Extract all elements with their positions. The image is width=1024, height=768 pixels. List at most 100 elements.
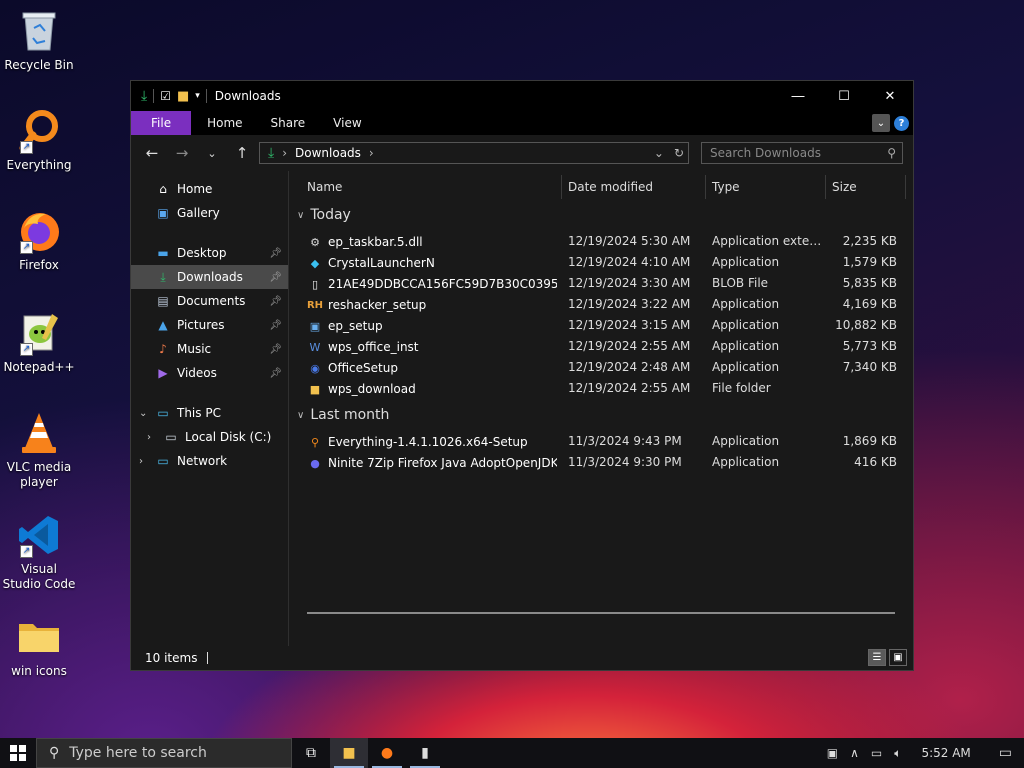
status-bar: 10 items ☰ ▣ (131, 646, 913, 670)
nav-label: Desktop (177, 246, 227, 260)
breadcrumb-downloads[interactable]: Downloads (295, 146, 361, 160)
nav-item-this-pc[interactable]: ⌄ ▭ This PC (131, 401, 288, 425)
details-view-button[interactable]: ☰ (868, 649, 886, 666)
volume-muted-icon[interactable]: 🔈︎ (894, 746, 901, 761)
task-view-button[interactable]: ⧉ (292, 738, 330, 768)
file-row[interactable]: ▣ ep_setup 12/19/2024 3:15 AM Application… (289, 315, 913, 336)
address-bar[interactable]: ⤓ › Downloads › ⌄ ↻ (259, 142, 689, 164)
breadcrumb-chevron-icon[interactable]: › (369, 146, 374, 160)
tab-share[interactable]: Share (257, 111, 320, 135)
column-header-size[interactable]: Size (832, 180, 857, 194)
nav-item-gallery[interactable]: ▣ Gallery (131, 201, 288, 225)
recent-locations-button[interactable]: ⌄ (197, 147, 227, 160)
desktop-icon-win-icons[interactable]: win icons (2, 614, 76, 679)
desktop-icon-recycle-bin[interactable]: Recycle Bin (2, 8, 76, 73)
nav-item-downloads[interactable]: ⤓ Downloads 📌︎ (131, 265, 288, 289)
network-icon[interactable]: ▭ (871, 746, 882, 760)
nav-item-documents[interactable]: ▤ Documents 📌︎ (131, 289, 288, 313)
collapsed-chevron-icon[interactable]: › (139, 456, 143, 467)
group-header-today[interactable]: ∨ Today (297, 207, 351, 223)
back-button[interactable]: ← (137, 144, 167, 162)
firefox-icon: ↗ (16, 208, 62, 254)
column-header-date-modified[interactable]: Date modified (568, 180, 653, 194)
customize-qat-chevron-icon[interactable]: ▾ (195, 91, 200, 101)
minimize-button[interactable]: ― (775, 81, 821, 111)
tab-home[interactable]: Home (193, 111, 256, 135)
address-history-chevron-icon[interactable]: ⌄ (654, 146, 664, 160)
arrow-up-icon: ↑ (235, 144, 249, 162)
nav-item-network[interactable]: › ▭ Network (131, 449, 288, 473)
desktop-icon-notepad-plus-plus[interactable]: ↗ Notepad++ (2, 310, 76, 375)
nav-item-desktop[interactable]: ▬ Desktop 📌︎ (131, 241, 288, 265)
taskbar-search-box[interactable]: ⚲ (36, 738, 292, 768)
tab-view[interactable]: View (319, 111, 375, 135)
file-row[interactable]: RH reshacker_setup 12/19/2024 3:22 AM App… (289, 294, 913, 315)
nav-item-home[interactable]: ⌂ Home (131, 177, 288, 201)
refresh-icon[interactable]: ↻ (674, 146, 684, 160)
start-button[interactable] (0, 738, 36, 768)
pin-icon: 📌︎ (269, 367, 282, 379)
chevron-down-icon: ∨ (297, 209, 305, 221)
expanded-chevron-icon[interactable]: ⌄ (139, 408, 147, 419)
file-row[interactable]: ⚙ ep_taskbar.5.dll 12/19/2024 5:30 AM App… (289, 231, 913, 252)
taskbar-search-input[interactable] (69, 745, 270, 761)
collapsed-chevron-icon[interactable]: › (147, 432, 151, 443)
expand-ribbon-button[interactable]: ⌄ (872, 114, 890, 132)
nav-item-music[interactable]: ♪ Music 📌︎ (131, 337, 288, 361)
tray-app-icon[interactable]: ▣ (827, 746, 838, 760)
up-button[interactable]: ↑ (227, 144, 257, 162)
shortcut-arrow-icon: ↗ (20, 545, 33, 558)
nav-label: Home (177, 182, 213, 196)
show-hidden-icons-chevron-icon[interactable]: ∧ (850, 746, 859, 760)
help-button[interactable]: ? (894, 115, 909, 131)
desktop-icon-everything[interactable]: ↗ Everything (2, 108, 76, 173)
file-row[interactable]: Wwps_office_inst 12/19/2024 2:55 AM Appl… (289, 336, 913, 357)
nav-label: Documents (177, 294, 246, 308)
everything-icon: ↗ (16, 108, 62, 154)
vlc-icon (16, 410, 62, 456)
chevron-down-icon: ⌄ (207, 146, 217, 160)
folder-icon: ■ (309, 382, 321, 396)
file-row[interactable]: ■ wps_download 12/19/2024 2:55 AM File fo… (289, 378, 913, 399)
file-row[interactable]: ◉ OfficeSetup 12/19/2024 2:48 AM Applicat… (289, 357, 913, 378)
taskbar-firefox[interactable]: ● (368, 738, 406, 768)
forward-button[interactable]: → (167, 144, 197, 162)
file-row[interactable]: ◆ CrystalLauncherN 12/19/2024 4:10 AM App… (289, 252, 913, 273)
taskbar-app[interactable]: ▮ (406, 738, 444, 768)
new-folder-icon[interactable]: ■ (177, 89, 189, 104)
tab-file[interactable]: File (131, 111, 192, 135)
nav-item-local-disk[interactable]: › ▭ Local Disk (C:) (131, 425, 288, 449)
desktop-icon-vscode[interactable]: ↗ Visual Studio Code (2, 512, 76, 592)
desktop-icon-firefox[interactable]: ↗ Firefox (2, 208, 76, 273)
desktop-icon-label: Firefox (19, 258, 59, 272)
item-count: 10 items (145, 651, 198, 665)
gallery-icon: ▣ (157, 206, 169, 220)
taskbar-file-explorer[interactable]: ■ (330, 738, 368, 768)
file-explorer-window: ⤓ ☑ ■ ▾ Downloads ― ☐ ✕ File Home Share … (130, 80, 914, 671)
group-label: Today (310, 207, 351, 223)
vscode-icon: ↗ (16, 512, 62, 558)
column-header-type[interactable]: Type (712, 180, 740, 194)
clock[interactable]: 5:52 AM (921, 746, 970, 760)
group-header-last-month[interactable]: ∨ Last month (297, 407, 389, 423)
file-row[interactable]: ▯21AE49DDBCCA156FC59D7B30C039509C... 12/… (289, 273, 913, 294)
application-icon: ▮ (421, 745, 429, 761)
desktop-icon-vlc[interactable]: VLC media player (2, 410, 76, 490)
maximize-button[interactable]: ☐ (821, 81, 867, 111)
search-icon: ⚲ (887, 146, 896, 160)
file-row[interactable]: ● Ninite 7Zip Firefox Java AdoptOpenJDK x… (289, 452, 913, 473)
search-input[interactable] (710, 146, 875, 160)
nav-item-videos[interactable]: ▶ Videos 📌︎ (131, 361, 288, 385)
file-row[interactable]: ⚲ Everything-1.4.1.1026.x64-Setup 11/3/20… (289, 431, 913, 452)
large-icons-view-button[interactable]: ▣ (889, 649, 907, 666)
navigation-pane: ⌂ Home ▣ Gallery ▬ Desktop 📌︎ ⤓ Download… (131, 171, 289, 646)
search-box[interactable]: ⚲ (701, 142, 903, 164)
notifications-icon[interactable]: ▭ (999, 745, 1012, 761)
horizontal-scrollbar[interactable] (307, 612, 895, 614)
close-button[interactable]: ✕ (867, 81, 913, 111)
column-header-name[interactable]: Name (307, 180, 342, 194)
nav-label: Downloads (177, 270, 243, 284)
navigation-bar: ← → ⌄ ↑ ⤓ › Downloads › ⌄ ↻ ⚲ (131, 135, 913, 171)
nav-item-pictures[interactable]: ▲ Pictures 📌︎ (131, 313, 288, 337)
properties-icon[interactable]: ☑ (160, 89, 171, 103)
